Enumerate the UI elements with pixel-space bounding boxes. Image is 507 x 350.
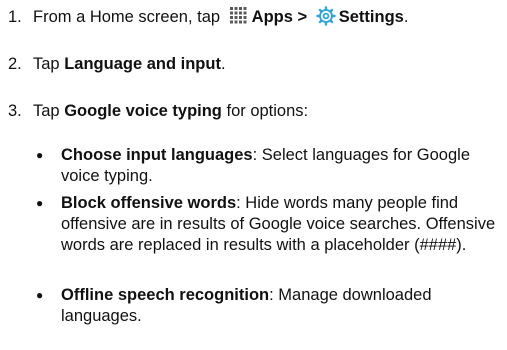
step-number: 3. [8,102,22,120]
list-item-offline-speech-recognition: ● Offline speech recognition: Manage dow… [36,285,498,327]
step-end: . [403,8,409,26]
step-number: 2. [8,55,22,73]
bullet-title: Offline speech recognition [61,286,270,304]
settings-gear-icon [316,6,336,26]
bullet-dot: ● [36,148,44,162]
apps-label: Apps [251,8,293,26]
step-text: Tap [33,55,60,73]
google-voice-typing-label: Google voice typing [64,102,222,120]
step-text: From a Home screen, tap [33,8,221,26]
step-3: 3. Tap Google voice typing for options: [8,101,308,122]
step-number: 1. [8,8,22,26]
apps-grid-icon [229,6,249,26]
list-item-block-offensive-words: ● Block offensive words: Hide words many… [36,193,498,256]
step-end: for options: [226,102,309,120]
step-2: 2. Tap Language and input. [8,54,226,75]
list-item-choose-input-languages: ● Choose input languages: Select languag… [36,145,498,187]
bullet-title: Block offensive words [61,194,237,212]
bullet-dot: ● [36,288,44,302]
bullet-text: Block offensive words: Hide words many p… [61,193,498,256]
menu-separator: > [297,8,308,26]
bullet-dot: ● [36,196,44,210]
bullet-title: Choose input languages [61,146,253,164]
settings-label: Settings [338,8,404,26]
step-1: 1. From a Home screen, tap Apps > Settin… [8,6,408,28]
language-and-input-label: Language and input [64,55,221,73]
step-text: Tap [33,102,60,120]
bullet-text: Offline speech recognition: Manage downl… [61,285,498,327]
bullet-text: Choose input languages: Select languages… [61,145,498,187]
step-end: . [220,55,226,73]
